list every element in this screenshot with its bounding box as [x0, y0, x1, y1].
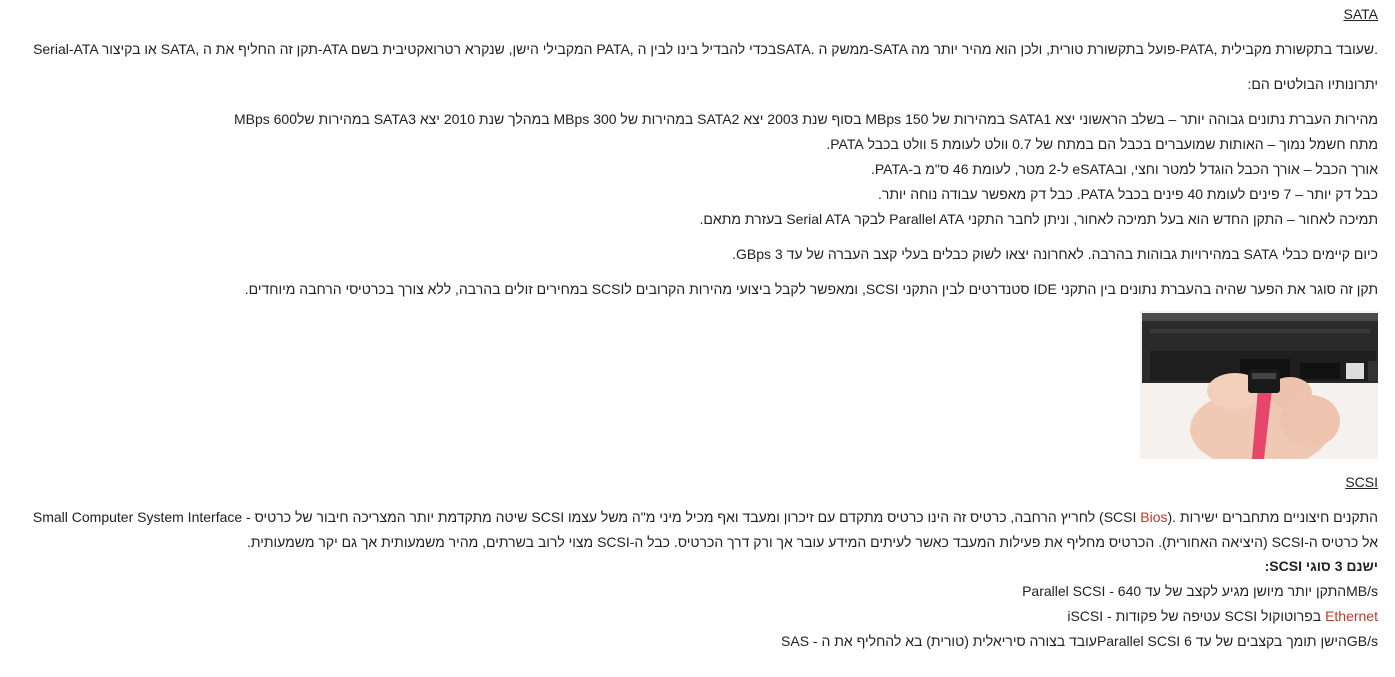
scsi-type-iscsi: iSCSI - עטיפה של פקודות SCSI בפרוטוקול E…: [1067, 606, 1378, 626]
bios-link[interactable]: Bios: [1140, 509, 1167, 525]
scsi-intro-line1: Small Computer System Interface - שיטה מ…: [33, 507, 1378, 527]
sata-heading[interactable]: SATA: [1344, 4, 1379, 24]
scsi-type-parallel: Parallel SCSI - התקן יותר מיושן מגיע לקצ…: [1022, 583, 1378, 599]
sata-heading-link[interactable]: SATA: [1344, 6, 1379, 22]
scsi-heading[interactable]: SCSI: [1345, 472, 1378, 492]
advantage-backward-compat: תמיכה לאחור – התקן החדש הוא בעל תמיכה לא…: [699, 211, 1378, 227]
scsi-type-sas: SAS - עובד בצורה סיריאלית (טורית) בא להח…: [781, 633, 1378, 649]
advantages-title: יתרונותיו הבולטים הם:: [1247, 76, 1378, 92]
scsi-heading-link[interactable]: SCSI: [1345, 474, 1378, 490]
article-page: SATA Serial-ATA או בקיצור SATA, תקן זה ה…: [0, 0, 1395, 677]
sata-cable-photo: [1140, 311, 1378, 459]
iscsi-text: iSCSI - עטיפה של פקודות SCSI בפרוטוקול: [1067, 608, 1326, 624]
scsi-types-title: ישנם 3 סוגי SCSI:: [1264, 558, 1378, 574]
sata-current-speeds: כיום קיימים כבלי SATA במהירויות גבוהות ב…: [732, 246, 1378, 262]
sata-cable-photo-icon: [1140, 311, 1378, 459]
sata-intro: Serial-ATA או בקיצור SATA, תקן זה החליף …: [33, 41, 1378, 57]
ethernet-link[interactable]: Ethernet: [1325, 608, 1378, 624]
advantage-voltage: מתח חשמל נמוך – האותות שמועברים בכבל הם …: [826, 136, 1378, 152]
scsi-intro-line2: אל כרטיס ה-SCSI (היציאה האחורית). הכרטיס…: [246, 534, 1378, 550]
advantage-length: אורך הכבל – אורך הכבל הוגדל למטר וחצי, ו…: [870, 161, 1378, 177]
scsi-intro-pre: Small Computer System Interface - שיטה מ…: [32, 509, 1141, 525]
sata-gap-paragraph: תקן זה סוגר את הפער שהיה בהעברת נתונים ב…: [244, 281, 1378, 297]
advantage-speed: מהירות העברת נתונים גבוהה יותר – בשלב הר…: [233, 111, 1378, 127]
scsi-intro-post: ). התקנים חיצוניים מתחברים ישירות: [1167, 509, 1379, 525]
advantage-thin-cable: כבל דק יותר – 7 פינים לעומת 40 פינים בכב…: [878, 186, 1378, 202]
